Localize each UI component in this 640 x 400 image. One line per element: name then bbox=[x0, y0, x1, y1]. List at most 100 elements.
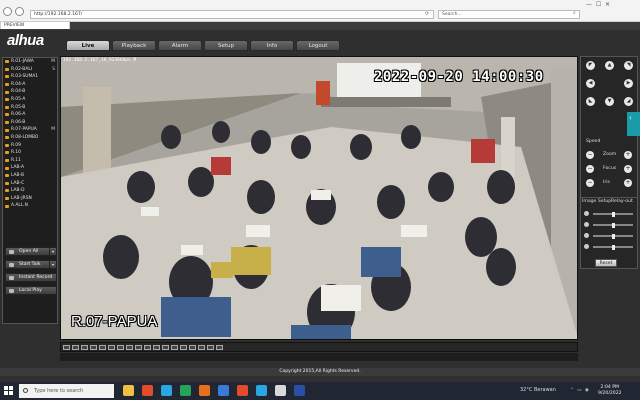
browser-tab[interactable]: PREVIEW bbox=[0, 21, 70, 29]
channel-item[interactable]: R.01-JAWA M bbox=[3, 58, 57, 66]
taskbar-app-icon[interactable] bbox=[237, 385, 248, 396]
layout-button[interactable] bbox=[144, 345, 151, 350]
video-feed[interactable]: 192.168.2.167_10_9236kbps_M 2022-09-20 1… bbox=[60, 56, 578, 340]
slider-track[interactable] bbox=[593, 212, 633, 217]
channel-item[interactable]: R.04-A bbox=[3, 81, 57, 89]
slider-track[interactable] bbox=[593, 245, 633, 250]
iris-plus-icon[interactable]: + bbox=[624, 179, 632, 187]
layout-button[interactable] bbox=[207, 345, 214, 350]
weather-widget[interactable]: 32°C Berawan bbox=[520, 387, 556, 393]
instant-record-button[interactable]: Instant Record bbox=[5, 273, 57, 282]
ptz-down-right-icon[interactable]: ◢ bbox=[624, 97, 633, 106]
channel-item[interactable]: LAB-A bbox=[3, 164, 57, 172]
search-icon[interactable]: ⌕ bbox=[573, 10, 576, 16]
layout-button[interactable] bbox=[117, 345, 124, 350]
ptz-down-left-icon[interactable]: ◣ bbox=[586, 97, 595, 106]
chevron-left-icon[interactable]: ‹ bbox=[629, 114, 632, 122]
layout-button[interactable] bbox=[189, 345, 196, 350]
taskbar-app-icon[interactable] bbox=[161, 385, 172, 396]
ptz-up-left-icon[interactable]: ◤ bbox=[586, 61, 595, 70]
channel-item[interactable]: R.06-B bbox=[3, 119, 57, 127]
layout-button[interactable] bbox=[171, 345, 178, 350]
channel-item[interactable]: R.02-BALI S bbox=[3, 66, 57, 74]
tab-live[interactable]: Live bbox=[66, 40, 110, 51]
channel-item[interactable]: R.03-SUMA1 bbox=[3, 73, 57, 81]
open-all-button[interactable]: Open All ▾ bbox=[5, 247, 57, 256]
channel-item[interactable]: R.06-A bbox=[3, 111, 57, 119]
channel-item[interactable]: R.05-B bbox=[3, 104, 57, 112]
layout-button[interactable] bbox=[180, 345, 187, 350]
slider-track[interactable] bbox=[593, 234, 633, 239]
tab-info[interactable]: Info bbox=[250, 40, 294, 51]
system-tray-icons[interactable]: ⌃ ▭ ◉ bbox=[570, 388, 590, 393]
tab-alarm[interactable]: Alarm bbox=[158, 40, 202, 51]
channel-list[interactable]: R.01-JAWA M R.02-BALI S R.03-SUMA1 R.04-A R.04… bbox=[3, 58, 57, 241]
tab-setup[interactable]: Setup bbox=[204, 40, 248, 51]
chevron-down-icon[interactable]: ▾ bbox=[49, 248, 56, 255]
channel-item[interactable]: R.09 bbox=[3, 142, 57, 150]
taskbar-clock[interactable]: 2:04 PM 9/20/2022 bbox=[598, 385, 622, 397]
back-button[interactable] bbox=[3, 7, 12, 16]
layout-button[interactable] bbox=[198, 345, 205, 350]
slider-track[interactable] bbox=[593, 223, 633, 228]
slider-thumb[interactable] bbox=[611, 223, 615, 228]
layout-button[interactable] bbox=[99, 345, 106, 350]
local-play-button[interactable]: Local Play bbox=[5, 286, 57, 295]
layout-button[interactable] bbox=[90, 345, 97, 350]
focus-plus-icon[interactable]: + bbox=[624, 165, 632, 173]
channel-item[interactable]: R.07-PAPUA M bbox=[3, 126, 57, 134]
zoom-out-icon[interactable]: − bbox=[586, 151, 594, 159]
taskbar-app-icon[interactable] bbox=[142, 385, 153, 396]
iris-minus-icon[interactable]: − bbox=[586, 179, 594, 187]
channel-item[interactable]: LAB-C bbox=[3, 180, 57, 188]
channel-item[interactable]: A.ALL.N bbox=[3, 202, 57, 210]
zoom-in-icon[interactable]: + bbox=[624, 151, 632, 159]
taskbar-app-icon[interactable] bbox=[294, 385, 305, 396]
browser-search-input[interactable]: Search... bbox=[438, 10, 580, 19]
layout-button[interactable] bbox=[126, 345, 133, 350]
chevron-down-icon[interactable]: ▾ bbox=[49, 261, 56, 268]
channel-item[interactable]: R.11 bbox=[3, 157, 57, 165]
taskbar-app-icon[interactable] bbox=[275, 385, 286, 396]
taskbar-app-icon[interactable] bbox=[256, 385, 267, 396]
focus-minus-icon[interactable]: − bbox=[586, 165, 594, 173]
channel-item[interactable]: R.04-B bbox=[3, 88, 57, 96]
layout-button[interactable] bbox=[108, 345, 115, 350]
slider-thumb[interactable] bbox=[611, 212, 615, 217]
layout-button[interactable] bbox=[216, 345, 223, 350]
image-slider[interactable] bbox=[584, 233, 636, 239]
channel-item[interactable]: R.08-LOMBO bbox=[3, 134, 57, 142]
taskbar-search-input[interactable]: Type here to search bbox=[19, 384, 114, 398]
tab-playback[interactable]: Playback bbox=[112, 40, 156, 51]
ptz-left-icon[interactable]: ◀ bbox=[586, 79, 595, 88]
channel-item[interactable]: LAB-D bbox=[3, 187, 57, 195]
ptz-down-icon[interactable]: ▼ bbox=[605, 97, 614, 106]
start-talk-button[interactable]: Start Talk ▾ bbox=[5, 260, 57, 269]
address-bar[interactable]: http://192.168.2.167/ bbox=[30, 10, 434, 19]
layout-button[interactable] bbox=[162, 345, 169, 350]
taskbar-app-icon[interactable] bbox=[180, 385, 191, 396]
ptz-up-right-icon[interactable]: ◥ bbox=[624, 61, 633, 70]
forward-button[interactable] bbox=[15, 7, 24, 16]
window-controls[interactable]: — ☐ ✕ bbox=[586, 1, 610, 8]
image-slider[interactable] bbox=[584, 244, 636, 250]
layout-button[interactable] bbox=[153, 345, 160, 350]
layout-button[interactable] bbox=[81, 345, 88, 350]
slider-thumb[interactable] bbox=[611, 245, 615, 250]
ptz-right-icon[interactable]: ▶ bbox=[624, 79, 633, 88]
reset-button[interactable]: Reset bbox=[595, 259, 617, 267]
image-slider[interactable] bbox=[584, 211, 636, 217]
channel-item[interactable]: LAB-JRSN bbox=[3, 195, 57, 203]
tab-logout[interactable]: Logout bbox=[296, 40, 340, 51]
windows-start-icon[interactable] bbox=[4, 386, 14, 396]
slider-thumb[interactable] bbox=[611, 234, 615, 239]
taskbar-app-icon[interactable] bbox=[123, 385, 134, 396]
refresh-icon[interactable]: ⟳ bbox=[425, 11, 429, 17]
channel-item[interactable]: LAB-B bbox=[3, 172, 57, 180]
channel-item[interactable]: R.05-A bbox=[3, 96, 57, 104]
image-slider[interactable] bbox=[584, 222, 636, 228]
layout-button[interactable] bbox=[135, 345, 142, 350]
taskbar-app-icon[interactable] bbox=[199, 385, 210, 396]
channel-item[interactable]: R.10 bbox=[3, 149, 57, 157]
ptz-up-icon[interactable]: ▲ bbox=[605, 61, 614, 70]
